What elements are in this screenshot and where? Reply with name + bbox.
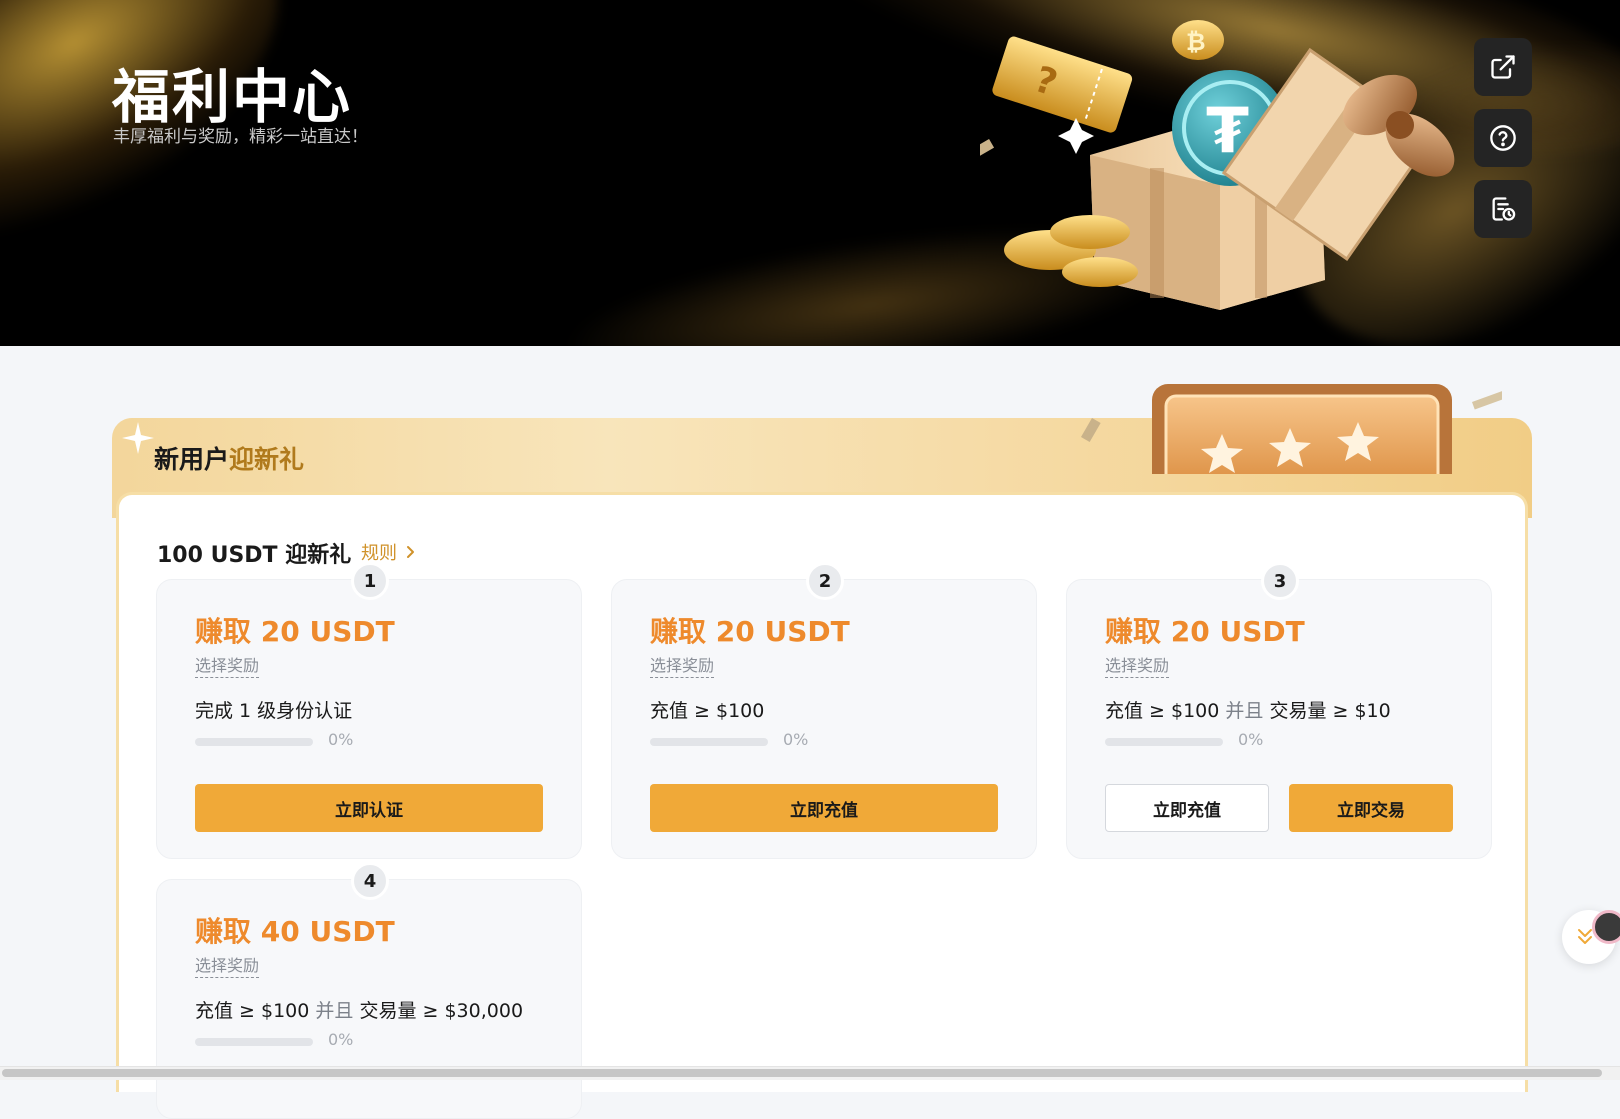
rules-label: 规则 bbox=[361, 543, 397, 564]
choose-reward-link[interactable]: 选择奖励 bbox=[1105, 652, 1170, 678]
choose-reward-link[interactable]: 选择奖励 bbox=[195, 652, 260, 678]
progress-percent: 0% bbox=[328, 1030, 354, 1049]
svg-text:₿: ₿ bbox=[1186, 28, 1206, 56]
gift-box-illustration: ? ₿ ₮ bbox=[980, 20, 1455, 310]
help-button[interactable] bbox=[1474, 109, 1532, 167]
step-number: 3 bbox=[1261, 562, 1299, 600]
section-title-accent: 迎新礼 bbox=[229, 445, 305, 474]
trade-now-button[interactable]: 立即交易 bbox=[1289, 784, 1453, 832]
welcome-panel: 100 USDT 迎新礼 规则 1 赚取 20 USDT 选择奖励 完成 1 级… bbox=[116, 492, 1528, 1119]
scrollbar-thumb[interactable] bbox=[2, 1069, 1602, 1077]
task-card-4: 4 赚取 40 USDT 选择奖励 充值 ≥ $100 并且 交易量 ≥ $30… bbox=[156, 862, 582, 1119]
task-card-2: 2 赚取 20 USDT 选择奖励 充值 ≥ $100 0% 立即充值 bbox=[611, 562, 1037, 859]
chevron-right-icon bbox=[407, 546, 414, 558]
choose-reward-link[interactable]: 选择奖励 bbox=[650, 652, 715, 678]
hero-banner: 福利中心 丰厚福利与奖励，精彩一站直达！ ? ₿ ₮ bbox=[0, 0, 1620, 346]
new-user-section: 新用户迎新礼 100 USDT 迎新礼 规则 1 赚取 20 USDT 选择奖励… bbox=[112, 384, 1532, 1119]
assistant-avatar[interactable] bbox=[1592, 910, 1620, 944]
reward-amount: 赚取 20 USDT bbox=[1105, 615, 1305, 648]
task-card-1: 1 赚取 20 USDT 选择奖励 完成 1 级身份认证 0% 立即认证 bbox=[156, 562, 582, 859]
step-number: 4 bbox=[351, 862, 389, 900]
deposit-now-button[interactable]: 立即充值 bbox=[650, 784, 998, 832]
deposit-now-button[interactable]: 立即充值 bbox=[1105, 784, 1269, 832]
page-subtitle: 丰厚福利与奖励，精彩一站直达！ bbox=[113, 127, 368, 147]
progress-bar bbox=[650, 738, 768, 746]
task-conjunction: 并且 bbox=[315, 1000, 354, 1022]
progress-percent: 0% bbox=[783, 730, 809, 749]
step-number: 2 bbox=[806, 562, 844, 600]
task-description: 充值 ≥ $100 并且 交易量 ≥ $10 bbox=[1105, 696, 1391, 723]
share-button[interactable] bbox=[1474, 38, 1532, 96]
verify-now-button[interactable]: 立即认证 bbox=[195, 784, 543, 832]
task-description: 充值 ≥ $100 bbox=[650, 700, 765, 722]
progress-percent: 0% bbox=[1238, 730, 1264, 749]
progress-bar bbox=[1105, 738, 1223, 746]
task-condition-deposit: 充值 ≥ $100 bbox=[195, 1000, 310, 1022]
external-link-icon bbox=[1491, 55, 1515, 79]
records-icon bbox=[1492, 197, 1516, 221]
task-description: 完成 1 级身份认证 bbox=[195, 700, 353, 722]
progress-bar bbox=[195, 1038, 313, 1046]
task-condition-volume: 交易量 ≥ $30,000 bbox=[359, 1000, 524, 1022]
task-description: 充值 ≥ $100 并且 交易量 ≥ $30,000 bbox=[195, 996, 523, 1023]
task-condition-volume: 交易量 ≥ $10 bbox=[1269, 700, 1391, 722]
reward-amount: 赚取 20 USDT bbox=[650, 615, 850, 648]
task-condition-deposit: 充值 ≥ $100 bbox=[1105, 700, 1220, 722]
help-circle-icon bbox=[1490, 125, 1516, 151]
reward-amount: 赚取 20 USDT bbox=[195, 615, 395, 648]
sparkle-icon bbox=[122, 422, 154, 454]
reward-amount: 赚取 40 USDT bbox=[195, 915, 395, 948]
star-ticket-illustration bbox=[1081, 384, 1502, 474]
reward-history-button[interactable] bbox=[1474, 180, 1532, 238]
section-title-main: 新用户 bbox=[154, 445, 230, 474]
step-number: 1 bbox=[351, 562, 389, 600]
progress-bar bbox=[195, 738, 313, 746]
choose-reward-link[interactable]: 选择奖励 bbox=[195, 952, 260, 978]
task-card-3: 3 赚取 20 USDT 选择奖励 充值 ≥ $100 并且 交易量 ≥ $10… bbox=[1066, 562, 1492, 859]
task-conjunction: 并且 bbox=[1225, 700, 1264, 722]
section-title: 新用户迎新礼 bbox=[154, 440, 304, 476]
progress-percent: 0% bbox=[328, 730, 354, 749]
panel-heading: 100 USDT 迎新礼 bbox=[157, 543, 352, 568]
